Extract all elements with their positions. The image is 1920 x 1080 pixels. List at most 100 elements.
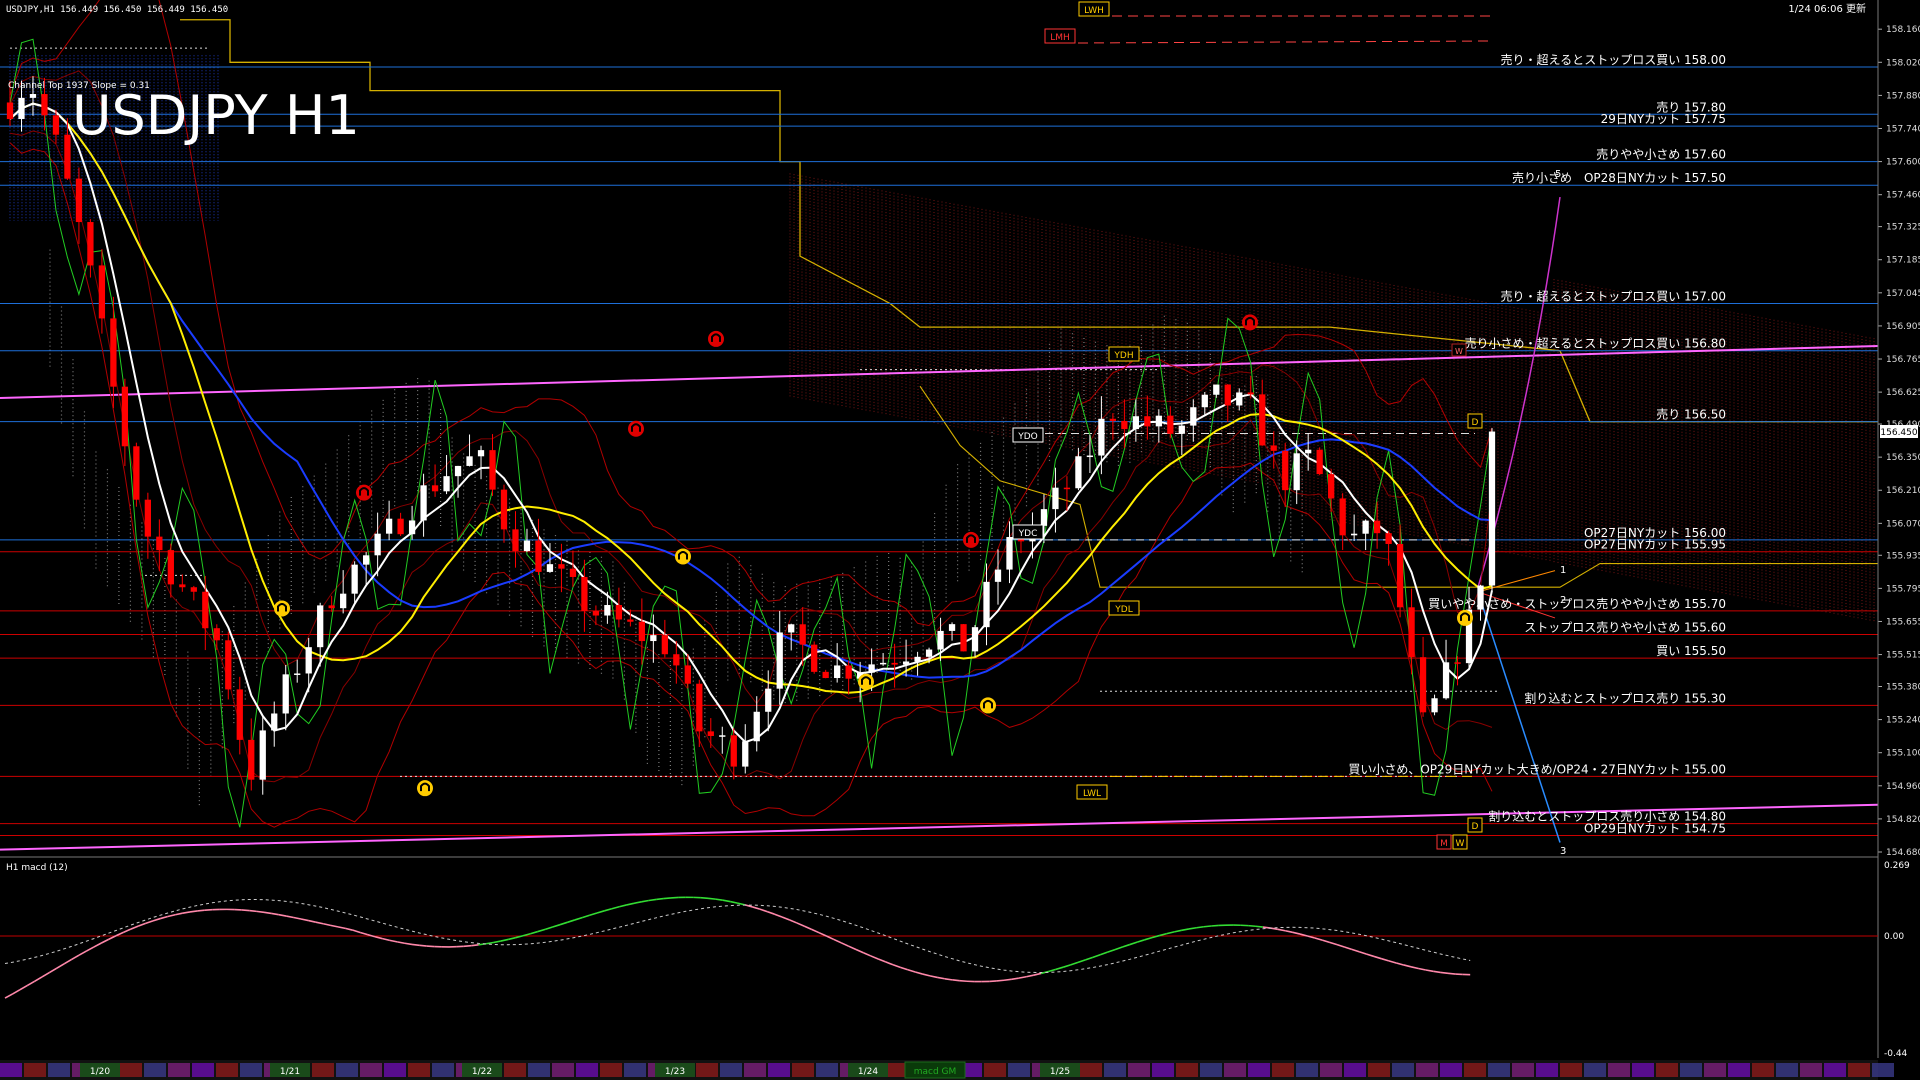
candle-body bbox=[868, 664, 875, 673]
candle-body bbox=[845, 665, 852, 679]
m-bottom-marker: M bbox=[1436, 834, 1452, 850]
d-bottom-marker: D bbox=[1467, 817, 1483, 833]
macd-segment bbox=[952, 979, 960, 982]
axis-tick-label: 155.380 bbox=[1886, 682, 1920, 692]
level-label: 買い 155.50 bbox=[1656, 644, 1726, 658]
proj-label-1: 1 bbox=[1560, 565, 1566, 576]
candle-body bbox=[925, 649, 933, 657]
date-bar-cell bbox=[1416, 1063, 1438, 1077]
yellow-signal-marker bbox=[980, 697, 996, 714]
svg-text:156.450: 156.450 bbox=[1880, 428, 1917, 438]
candle-body bbox=[29, 94, 37, 98]
date-label: 1/20 bbox=[90, 1067, 110, 1077]
candle-body bbox=[1098, 418, 1105, 456]
svg-text:W: W bbox=[1455, 347, 1463, 356]
date-bar-cell bbox=[1824, 1063, 1846, 1077]
candle-body bbox=[707, 731, 714, 736]
date-bar-cell bbox=[144, 1063, 166, 1077]
candle-body bbox=[98, 265, 106, 319]
macd-segment bbox=[1447, 972, 1456, 975]
candle-body bbox=[1316, 449, 1323, 475]
candle-body bbox=[1351, 533, 1358, 536]
level-label: 買い小さめ、OP29日NYカット大きめ/OP24・27日NYカット 155.00 bbox=[1348, 762, 1726, 776]
macd-tick-zero: 0.00 bbox=[1884, 932, 1904, 942]
date-bar-cell bbox=[1128, 1063, 1150, 1077]
level-label: ストップロス売りやや小さめ 155.60 bbox=[1524, 619, 1726, 634]
macd-segment bbox=[700, 896, 709, 900]
macd-segment bbox=[1255, 925, 1264, 928]
axis-tick-label: 156.210 bbox=[1886, 486, 1920, 496]
candle-body bbox=[1431, 698, 1438, 713]
macd-segment bbox=[256, 910, 265, 914]
candle-body bbox=[1006, 537, 1013, 570]
yellow-signal-marker bbox=[858, 673, 874, 690]
candle-body bbox=[661, 635, 668, 655]
date-bar-cell bbox=[576, 1063, 598, 1077]
date-bar-cell bbox=[744, 1063, 766, 1077]
date-bar-cell bbox=[1248, 1063, 1270, 1077]
date-bar-cell bbox=[1176, 1063, 1198, 1077]
macd-segment bbox=[959, 979, 968, 983]
candle-body bbox=[500, 489, 508, 530]
candle-body bbox=[834, 665, 841, 679]
candle-body bbox=[1328, 474, 1335, 499]
candle-body bbox=[443, 476, 450, 492]
candle-body bbox=[627, 619, 634, 622]
candle-body bbox=[960, 624, 967, 652]
macd-segment bbox=[1003, 978, 1012, 982]
red-signal-marker bbox=[708, 330, 724, 347]
candle-body bbox=[765, 688, 772, 712]
proj-label-2: 2 bbox=[1560, 595, 1566, 606]
axis-tick-label: 157.185 bbox=[1886, 256, 1920, 266]
date-label: 1/21 bbox=[280, 1067, 300, 1077]
level-label: OP27日NYカット 155.95 bbox=[1584, 538, 1726, 552]
usdjpy-h1-chart: 売り・超えるとストップロス買い 158.00売り 157.8029日NYカット … bbox=[0, 0, 1920, 1080]
date-bar-cell bbox=[1080, 1063, 1102, 1077]
candle-body bbox=[1339, 498, 1346, 536]
candle-body bbox=[523, 540, 531, 552]
svg-text:D: D bbox=[1472, 822, 1479, 832]
svg-text:YDH: YDH bbox=[1113, 351, 1133, 361]
axis-tick-label: 158.020 bbox=[1886, 58, 1920, 68]
candle-body bbox=[994, 569, 1002, 582]
date-bar-cell bbox=[432, 1063, 454, 1077]
macd-segment bbox=[707, 897, 716, 900]
level-label: 買いやや小さめ・ストップロス売りやや小さめ 155.70 bbox=[1428, 596, 1726, 611]
candle-body bbox=[673, 654, 680, 666]
macd-tick-bottom: -0.44 bbox=[1884, 1049, 1908, 1059]
candle-body bbox=[788, 624, 795, 633]
candle-body bbox=[1063, 487, 1071, 490]
date-bar-cell bbox=[0, 1063, 22, 1077]
candle-body bbox=[581, 576, 588, 611]
candle-body bbox=[1086, 455, 1094, 458]
candle-body bbox=[615, 605, 623, 620]
candle-body bbox=[1109, 418, 1117, 421]
axis-tick-label: 157.460 bbox=[1886, 191, 1920, 201]
date-bar-cell bbox=[1200, 1063, 1222, 1077]
candle-body bbox=[983, 581, 990, 628]
svg-text:W: W bbox=[1456, 839, 1465, 849]
candle-body bbox=[592, 610, 600, 616]
date-bar-cell bbox=[600, 1063, 622, 1077]
axis-tick-label: 156.765 bbox=[1886, 355, 1920, 365]
current-price-tag: 156.450 bbox=[1880, 425, 1918, 438]
candle-body bbox=[75, 178, 83, 223]
date-bar-cell bbox=[240, 1063, 262, 1077]
candle-body bbox=[730, 735, 737, 767]
macd-segment bbox=[656, 897, 664, 901]
date-bar-cell bbox=[24, 1063, 46, 1077]
svg-text:LMH: LMH bbox=[1050, 33, 1070, 43]
date-bar-cell bbox=[360, 1063, 382, 1077]
price-axis: 158.160 158.020 157.880 157.740 157.600 157.4… bbox=[1878, 25, 1920, 858]
big-title: USDJPY H1 bbox=[72, 84, 360, 147]
date-bar-cell bbox=[1752, 1063, 1774, 1077]
date-bar-cell bbox=[624, 1063, 646, 1077]
candle-body bbox=[431, 485, 439, 492]
date-bar-cell bbox=[528, 1063, 550, 1077]
axis-tick-label: 154.960 bbox=[1886, 782, 1920, 792]
candle-body bbox=[742, 741, 749, 767]
svg-text:YDC: YDC bbox=[1018, 529, 1038, 539]
macd-label: H1 macd (12) bbox=[6, 863, 68, 873]
axis-tick-label: 157.600 bbox=[1886, 158, 1920, 168]
axis-tick-label: 154.680 bbox=[1886, 848, 1920, 858]
